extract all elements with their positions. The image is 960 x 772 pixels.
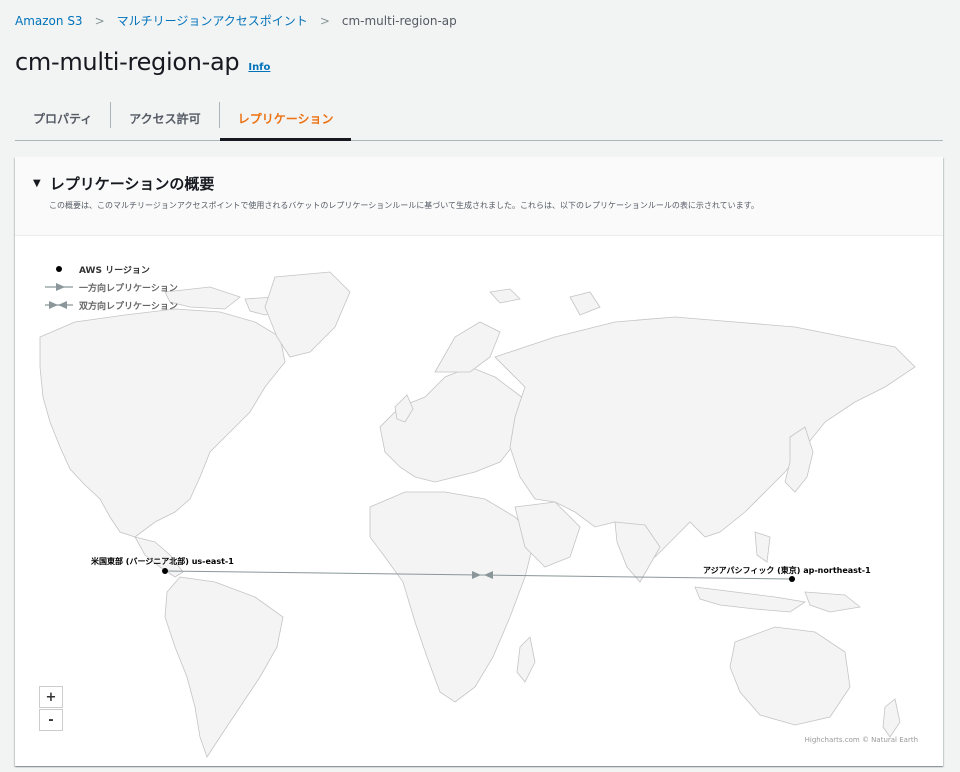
breadcrumb: Amazon S3 > マルチリージョンアクセスポイント > cm-multi-…	[15, 12, 457, 29]
panel-title-row[interactable]: ▼ レプリケーションの概要	[33, 173, 923, 194]
legend-item-one-way[interactable]: 一方向レプリケーション	[39, 278, 178, 296]
tab-properties[interactable]: プロパティ	[15, 97, 110, 140]
legend-item-region[interactable]: AWS リージョン	[39, 260, 178, 278]
zoom-out-button[interactable]: -	[39, 709, 63, 731]
africa	[369, 491, 536, 703]
map-credits[interactable]: Highcharts.com © Natural Earth	[805, 736, 918, 744]
region-point-ap-northeast-1[interactable]	[789, 576, 795, 582]
europe	[379, 366, 536, 483]
breadcrumb-separator-icon: >	[94, 13, 105, 28]
legend-label-region: AWS リージョン	[79, 265, 150, 276]
south-america	[164, 576, 284, 758]
tab-bar: プロパティ アクセス許可 レプリケーション	[15, 97, 943, 141]
breadcrumb-link-s3[interactable]: Amazon S3	[15, 14, 83, 28]
page-header: cm-multi-region-ap Info	[15, 48, 270, 76]
region-label-ap-northeast-1: アジアパシフィック (東京) ap-northeast-1	[703, 565, 871, 575]
breadcrumb-link-mrap[interactable]: マルチリージョンアクセスポイント	[117, 12, 308, 29]
map-legend: AWS リージョン 一方向レプリケーション 双方向レプリケーション	[39, 260, 178, 314]
panel-description: この概要は、このマルチリージョンアクセスポイントで使用されるバケットのレプリケー…	[49, 201, 759, 210]
legend-item-two-way[interactable]: 双方向レプリケーション	[39, 296, 178, 314]
north-america	[39, 308, 286, 538]
land-masses	[39, 271, 916, 758]
zoom-in-button[interactable]: +	[39, 686, 63, 708]
breadcrumb-current: cm-multi-region-ap	[341, 13, 457, 28]
region-point-us-east-1[interactable]	[162, 568, 168, 574]
breadcrumb-separator-icon: >	[319, 13, 330, 28]
new-guinea	[804, 591, 861, 613]
one-way-arrow-icon	[39, 280, 79, 294]
page-title: cm-multi-region-ap	[15, 48, 240, 76]
region-label-us-east-1: 米国東部 (バージニア北部) us-east-1	[90, 556, 234, 566]
caret-down-icon[interactable]: ▼	[33, 178, 41, 189]
indonesia	[694, 586, 807, 613]
australia	[729, 626, 851, 726]
tab-permissions[interactable]: アクセス許可	[111, 97, 218, 140]
novaya-zemlya	[569, 291, 601, 316]
panel-title: レプリケーションの概要	[49, 175, 215, 193]
panel-header: ▼ レプリケーションの概要 この概要は、このマルチリージョンアクセスポイントで使…	[15, 157, 943, 236]
legend-label-one-way: 一方向レプリケーション	[79, 283, 178, 294]
replication-map[interactable]: 米国東部 (バージニア北部) us-east-1 アジアパシフィック (東京) …	[15, 237, 943, 766]
replication-overview-panel: ▼ レプリケーションの概要 この概要は、このマルチリージョンアクセスポイントで使…	[15, 157, 943, 766]
region-dot-icon	[39, 262, 79, 276]
info-link[interactable]: Info	[248, 62, 270, 73]
madagascar	[516, 636, 536, 683]
scandinavia	[434, 321, 501, 373]
svalbard	[489, 288, 521, 304]
legend-label-two-way: 双方向レプリケーション	[79, 301, 178, 312]
two-way-arrow-icon	[39, 298, 79, 312]
new-zealand	[882, 698, 901, 738]
world-map-svg: 米国東部 (バージニア北部) us-east-1 アジアパシフィック (東京) …	[39, 271, 916, 758]
philippines	[754, 531, 771, 563]
tab-replication[interactable]: レプリケーション	[219, 97, 352, 141]
